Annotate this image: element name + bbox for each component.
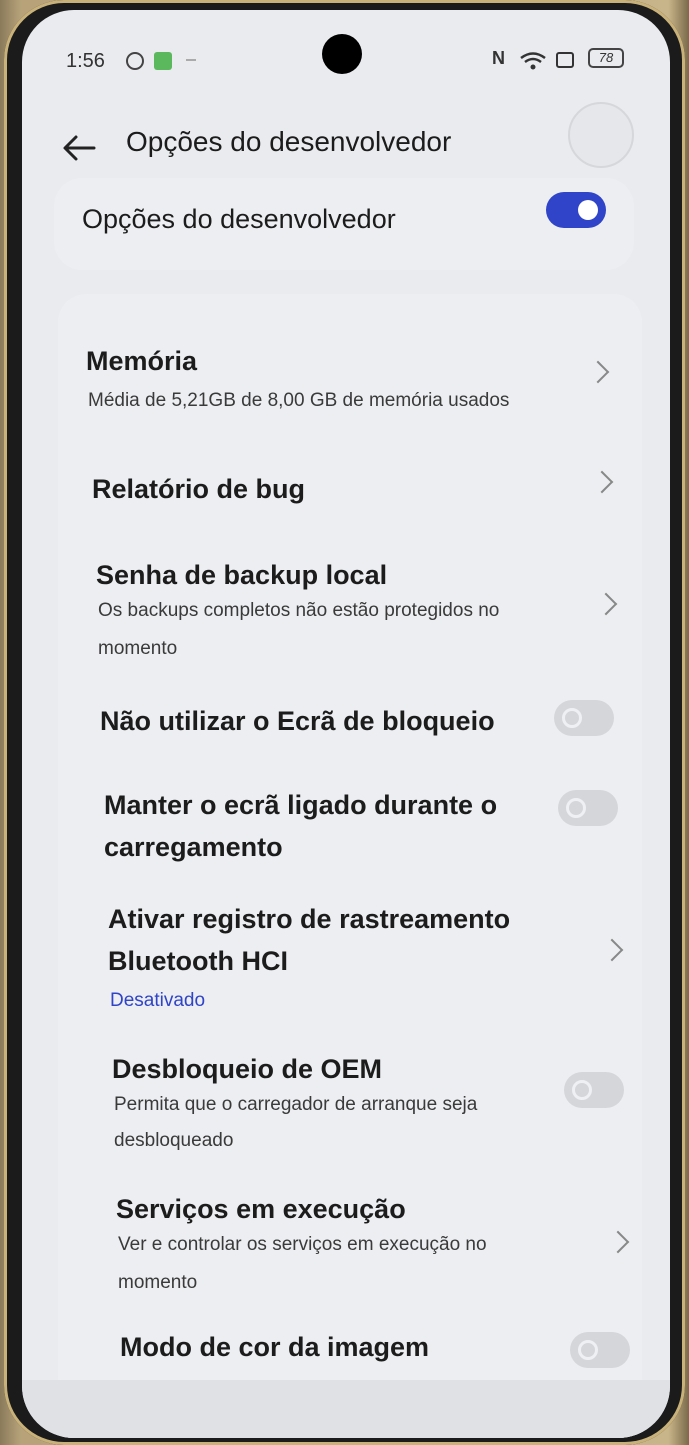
chevron-right-icon: [600, 938, 624, 962]
page-title: Opções do desenvolvedor: [126, 126, 452, 157]
wifi-icon: [520, 52, 546, 70]
master-switch-label: Opções do desenvolvedor: [82, 204, 396, 234]
android-notification-icon: [154, 52, 172, 70]
memory-subtitle: Média de 5,21GB de 8,00 GB de memória us…: [88, 390, 510, 411]
nfc-icon: N: [492, 48, 505, 68]
settings-notification-icon: [126, 52, 144, 70]
status-bar: 1:56 N 78: [22, 10, 670, 100]
bt-hci-title-line1: Ativar registro de rastreamento: [108, 904, 511, 934]
backup-title: Senha de backup local: [96, 560, 388, 590]
bt-hci-status: Desativado: [110, 990, 206, 1011]
chevron-right-icon: [586, 360, 610, 384]
phone-frame: 1:56 N 78 Opções do desenvolvedor Opções…: [4, 0, 685, 1445]
bottom-gesture-area: [22, 1380, 670, 1438]
bt-hci-title-line2: Bluetooth HCI: [108, 946, 288, 976]
oem-title: Desbloqueio de OEM: [112, 1054, 383, 1084]
more-notifications-icon: [186, 59, 196, 61]
back-arrow-icon[interactable]: [60, 128, 100, 168]
stay-awake-toggle[interactable]: [558, 790, 618, 826]
toggle-knob: [566, 798, 586, 818]
backup-subtitle-line1: Os backups completos não estão protegido…: [98, 600, 500, 621]
memory-title: Memória: [86, 346, 198, 376]
battery-icon: 78: [588, 48, 624, 68]
color-mode-toggle[interactable]: [570, 1332, 630, 1368]
services-subtitle-line2: momento: [118, 1272, 198, 1293]
stay-awake-title-line2: carregamento: [104, 832, 283, 862]
chevron-right-icon: [606, 1230, 630, 1254]
services-subtitle-line1: Ver e controlar os serviços em execução …: [118, 1234, 487, 1255]
lockscreen-toggle[interactable]: [554, 700, 614, 736]
developer-options-toggle[interactable]: [546, 192, 606, 228]
oem-subtitle-line2: desbloqueado: [114, 1130, 234, 1151]
chevron-right-icon: [594, 592, 618, 616]
floating-assistant-button[interactable]: [568, 102, 634, 168]
services-title: Serviços em execução: [116, 1194, 406, 1224]
toggle-knob: [572, 1080, 592, 1100]
color-mode-title: Modo de cor da imagem: [120, 1332, 430, 1362]
chevron-right-icon: [590, 470, 614, 494]
bug-report-title: Relatório de bug: [92, 474, 306, 504]
developer-options-master-card: Opções do desenvolvedor: [54, 178, 634, 270]
oem-subtitle-line1: Permita que o carregador de arranque sej…: [114, 1094, 478, 1115]
toggle-knob: [578, 1340, 598, 1360]
screen: 1:56 N 78 Opções do desenvolvedor Opções…: [22, 10, 670, 1438]
settings-list: Memória Média de 5,21GB de 8,00 GB de me…: [58, 294, 642, 1438]
status-time: 1:56: [66, 50, 105, 72]
oem-unlock-toggle[interactable]: [564, 1072, 624, 1108]
front-camera: [322, 34, 362, 74]
lockscreen-title: Não utilizar o Ecrã de bloqueio: [100, 706, 495, 736]
backup-subtitle-line2: momento: [98, 638, 178, 659]
toggle-knob: [562, 708, 582, 728]
toggle-knob: [578, 200, 598, 220]
stay-awake-title-line1: Manter o ecrã ligado durante o: [104, 790, 498, 820]
no-sim-icon: [556, 52, 574, 68]
